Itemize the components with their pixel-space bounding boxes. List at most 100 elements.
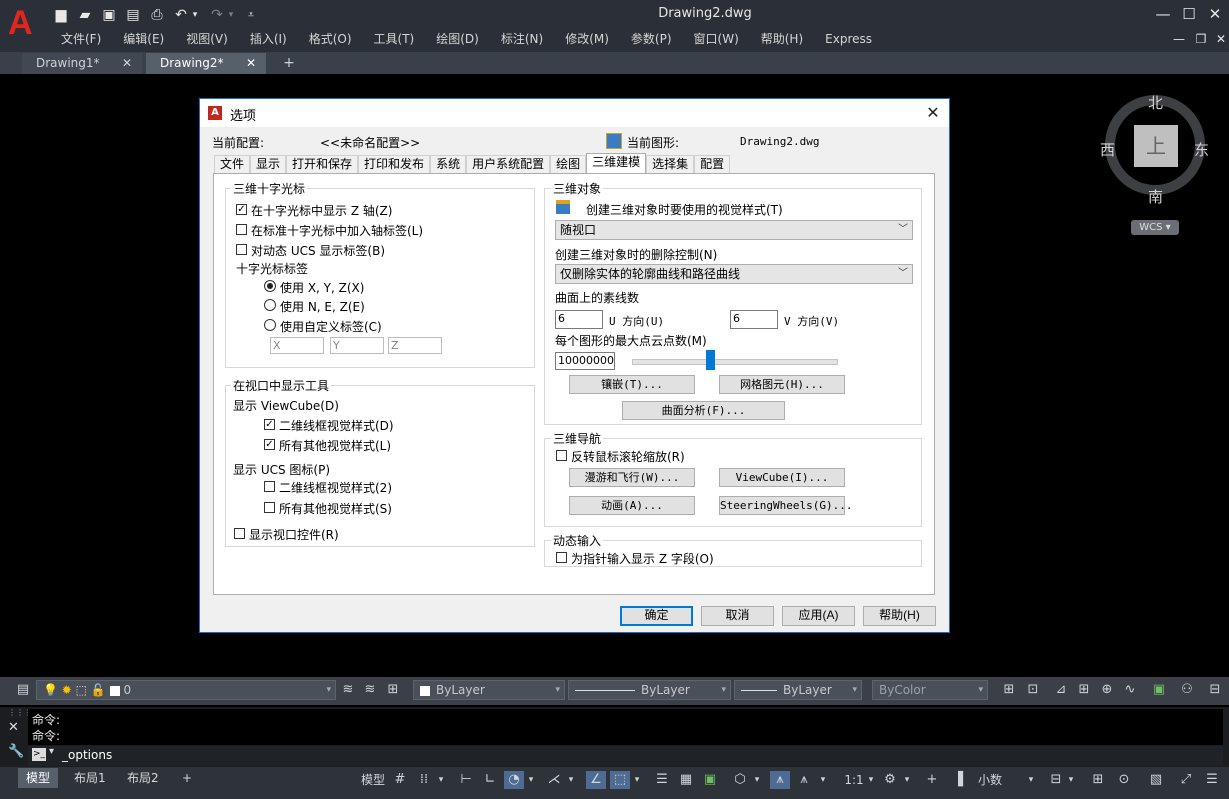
app-logo[interactable]: A — [8, 5, 40, 41]
annotation-visibility-icon[interactable]: ⩚ — [770, 771, 790, 789]
tab-model[interactable]: 模型 — [18, 768, 59, 788]
label-y-field[interactable]: Y — [330, 337, 384, 354]
units-icon[interactable]: ▐ — [948, 771, 968, 789]
menu-parametric[interactable]: 参数(P) — [620, 30, 683, 50]
3d-osnap-dropdown-icon[interactable]: ▾ — [752, 771, 762, 789]
units-dropdown-icon[interactable]: ▾ — [1024, 771, 1038, 789]
layer-state-icon[interactable]: ▣ — [1150, 680, 1168, 700]
help-button[interactable]: 帮助(H) — [863, 606, 936, 626]
pointcloud-field[interactable]: 10000000 — [555, 352, 615, 370]
lock-ui-icon[interactable]: ⊞ — [1088, 771, 1108, 789]
layer-previous-icon[interactable]: ⊞ — [384, 680, 402, 700]
close-commandline-icon[interactable]: ✕ — [8, 720, 19, 735]
snap-dropdown-icon[interactable]: ▾ — [436, 771, 446, 789]
viewcube-north[interactable]: 北 — [1148, 92, 1163, 113]
command-input-bar[interactable] — [28, 746, 1223, 766]
layer-dropdown[interactable]: 💡 ✹ ⬚ 🔓 0 ▾ — [36, 680, 336, 700]
maximize-icon[interactable]: ☐ — [1176, 4, 1202, 24]
menu-help[interactable]: 帮助(H) — [750, 30, 814, 50]
new-icon[interactable]: ▆ — [52, 6, 70, 24]
vc-other-styles-checkbox[interactable]: ✓ — [264, 439, 275, 450]
tab-user-preferences[interactable]: 用户系统配置 — [466, 155, 551, 173]
visual-style-dropdown[interactable]: 随视口 ﹀ — [555, 220, 913, 240]
reverse-wheel-checkbox[interactable] — [556, 450, 567, 461]
snap-icon[interactable]: ⊞ — [1000, 680, 1018, 700]
clean-screen-icon[interactable]: ⤢ — [1176, 771, 1196, 789]
cancel-button[interactable]: 取消 — [701, 606, 774, 626]
viewport-controls-checkbox[interactable] — [234, 528, 245, 539]
pointcloud-slider-track[interactable] — [632, 359, 838, 365]
v-direction-field[interactable]: 6 — [730, 310, 778, 329]
pointcloud-slider-thumb[interactable] — [705, 350, 715, 370]
viewcube-east[interactable]: 东 — [1194, 139, 1209, 160]
close-icon[interactable]: ✕ — [1202, 4, 1228, 24]
add-layout-icon[interactable]: + — [174, 768, 200, 788]
tab-drafting[interactable]: 绘图 — [550, 155, 587, 173]
viewcube-top-face[interactable]: 上 — [1134, 125, 1178, 167]
dialog-title-bar[interactable] — [200, 99, 949, 127]
units-value[interactable]: 小数 — [970, 771, 1010, 789]
dynamic-ucs-checkbox[interactable] — [236, 244, 247, 255]
menu-file[interactable]: 文件(F) — [50, 30, 112, 50]
menu-window[interactable]: 窗口(W) — [683, 30, 750, 50]
tab-close-icon[interactable]: ✕ — [246, 53, 256, 73]
surface-analysis-button[interactable]: 曲面分析(F)... — [622, 401, 785, 420]
pulse-icon[interactable]: ∿ — [1121, 680, 1139, 700]
isodraft-dropdown-icon[interactable]: ▾ — [566, 771, 576, 789]
customize-qat-icon[interactable]: ⩡ — [242, 6, 260, 24]
linetype-dropdown[interactable]: ByLayer ▾ — [568, 680, 731, 700]
grip-icon[interactable]: ⋮⋮⋮ — [8, 709, 32, 717]
ucs-icon[interactable]: ⊿ — [1052, 680, 1070, 700]
show-z-checkbox[interactable]: ✓ — [236, 204, 247, 215]
polar-dropdown-icon[interactable]: ▾ — [526, 771, 536, 789]
tab-display[interactable]: 显示 — [250, 155, 287, 173]
axis-labels-checkbox[interactable] — [236, 224, 247, 235]
grid-display-icon[interactable]: # — [390, 771, 410, 789]
walk-fly-button[interactable]: 漫游和飞行(W)... — [569, 468, 695, 487]
tab-close-icon[interactable]: ✕ — [122, 53, 132, 73]
undo-icon[interactable]: ↶ — [172, 6, 190, 24]
custom-radio[interactable] — [264, 319, 276, 331]
ucs-2d-wireframe-checkbox[interactable] — [264, 481, 275, 492]
layer-match-icon[interactable]: ≋ — [361, 680, 379, 700]
tab-drawing1[interactable]: Drawing1* ✕ — [22, 53, 142, 74]
menu-modify[interactable]: 修改(M) — [554, 30, 620, 50]
menu-draw[interactable]: 绘图(D) — [425, 30, 490, 50]
make-current-icon[interactable]: ≋ — [339, 680, 357, 700]
menu-express[interactable]: Express — [814, 30, 883, 50]
xyz-radio[interactable] — [264, 280, 276, 292]
tab-system[interactable]: 系统 — [430, 155, 467, 173]
color-dropdown[interactable]: ByLayer ▾ — [413, 680, 565, 700]
tab-plot-publish[interactable]: 打印和发布 — [358, 155, 431, 173]
mesh-primitives-button[interactable]: 网格图元(H)... — [719, 375, 845, 394]
3d-osnap-icon[interactable]: ⬡ — [730, 771, 750, 789]
isolate-objects-icon[interactable]: ⊙ — [1114, 771, 1134, 789]
grid-icon[interactable]: ⊞ — [1075, 680, 1093, 700]
undo-dropdown-icon[interactable]: ▾ — [190, 6, 200, 24]
ucs-other-styles-checkbox[interactable] — [264, 502, 275, 513]
object-snap-tracking-icon[interactable]: ∠ — [586, 771, 606, 789]
people-icon[interactable]: ⚇ — [1178, 680, 1196, 700]
quick-properties-dropdown-icon[interactable]: ▾ — [1066, 771, 1076, 789]
gear-icon[interactable]: ⚙ — [880, 771, 900, 789]
tab-files[interactable]: 文件 — [214, 155, 251, 173]
save-icon[interactable]: ▣ — [100, 6, 118, 24]
menu-dimension[interactable]: 标注(N) — [490, 30, 554, 50]
steeringwheels-button[interactable]: SteeringWheels(G)... — [719, 496, 852, 515]
wrench-icon[interactable]: 🔧 — [8, 744, 24, 759]
save-as-icon[interactable]: ▤ — [124, 6, 142, 24]
vc-2d-wireframe-checkbox[interactable]: ✓ — [264, 419, 275, 430]
auto-scale-dropdown-icon[interactable]: ▾ — [818, 771, 828, 789]
ok-button[interactable]: 确定 — [620, 606, 693, 626]
infer-constraints-icon[interactable]: ⊢ — [456, 771, 476, 789]
wcs-menu[interactable]: WCS ▾ — [1131, 220, 1179, 235]
annotation-scale[interactable]: 1:1 — [842, 771, 866, 789]
redo-dropdown-icon[interactable]: ▾ — [226, 6, 236, 24]
viewcube-south[interactable]: 南 — [1148, 186, 1163, 207]
command-input[interactable]: _options — [62, 748, 112, 762]
dialog-close-icon[interactable]: ✕ — [922, 103, 944, 123]
animation-button[interactable]: 动画(A)... — [569, 496, 695, 515]
transparency-icon[interactable]: ▦ — [676, 771, 696, 789]
apply-button[interactable]: 应用(A) — [782, 606, 855, 626]
selection-cycling-icon[interactable]: ▣ — [700, 771, 720, 789]
